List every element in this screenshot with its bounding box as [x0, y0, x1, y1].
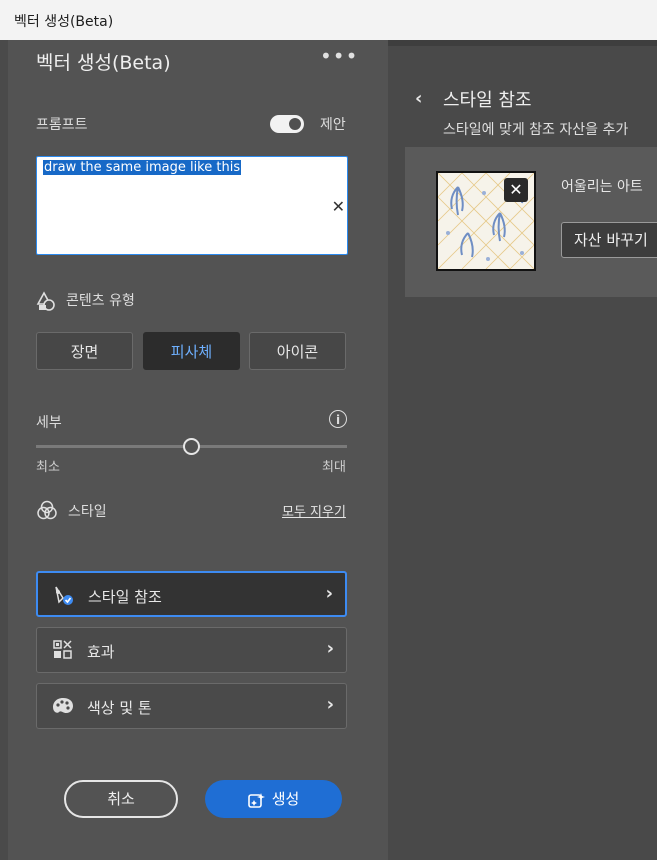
content-type-subject[interactable]: 피사체 — [143, 332, 240, 370]
style-label: 스타일 — [68, 504, 107, 520]
chevron-right-icon: › — [326, 638, 334, 659]
info-icon[interactable]: i — [329, 410, 347, 428]
content-type-icon — [36, 291, 55, 311]
detail-label: 세부 — [36, 415, 62, 431]
clear-all-link[interactable]: 모두 지우기 — [282, 501, 346, 520]
window-title: 벡터 생성(Beta) — [14, 14, 114, 30]
remove-reference-icon[interactable]: ✕ — [504, 178, 528, 202]
palette-icon — [53, 698, 73, 713]
content-type-label: 콘텐츠 유형 — [66, 293, 135, 309]
panel-title: 벡터 생성(Beta) — [36, 52, 171, 74]
detail-max-label: 최대 — [322, 460, 346, 475]
suggestions-toggle[interactable] — [270, 115, 304, 133]
title-bar: 벡터 생성(Beta) — [0, 0, 657, 41]
window-frame — [0, 40, 8, 860]
style-icon — [37, 500, 57, 520]
effects-label: 효과 — [87, 643, 115, 661]
style-reference-row[interactable]: 스타일 참조 › — [36, 571, 347, 617]
replace-asset-button[interactable]: 자산 바꾸기 — [561, 222, 657, 258]
generate-label: 생성 — [271, 790, 300, 808]
suggestions-label: 제안 — [320, 117, 346, 133]
style-reference-icon — [55, 586, 73, 605]
chevron-right-icon: › — [326, 694, 334, 715]
effects-icon — [53, 640, 72, 659]
generate-icon — [247, 792, 265, 808]
generate-button[interactable]: 생성 — [205, 780, 342, 818]
ellipsis-icon[interactable]: ••• — [320, 44, 358, 68]
chevron-right-icon: › — [325, 583, 333, 604]
prompt-input[interactable]: draw the same image like this ✕ — [36, 156, 348, 255]
content-type-icon-option[interactable]: 아이콘 — [249, 332, 346, 370]
prompt-text[interactable]: draw the same image like this — [43, 160, 242, 175]
content-type-scene[interactable]: 장면 — [36, 332, 133, 370]
style-reference-subtitle: 스타일에 맞게 참조 자산을 추가 — [443, 122, 629, 138]
effects-row[interactable]: 효과 › — [36, 627, 347, 673]
back-chevron-icon[interactable]: ‹ — [415, 88, 422, 109]
clear-prompt-icon[interactable]: ✕ — [332, 197, 345, 216]
color-tone-label: 색상 및 톤 — [87, 699, 152, 717]
prompt-label: 프롬프트 — [36, 117, 88, 133]
style-reference-label: 스타일 참조 — [88, 588, 162, 606]
detail-min-label: 최소 — [36, 460, 60, 475]
detail-slider-handle[interactable] — [183, 438, 200, 455]
color-tone-row[interactable]: 색상 및 톤 › — [36, 683, 347, 729]
style-reference-title: 스타일 참조 — [443, 90, 532, 111]
cancel-button[interactable]: 취소 — [64, 780, 178, 818]
card-description: 어울리는 아트 — [561, 179, 643, 195]
